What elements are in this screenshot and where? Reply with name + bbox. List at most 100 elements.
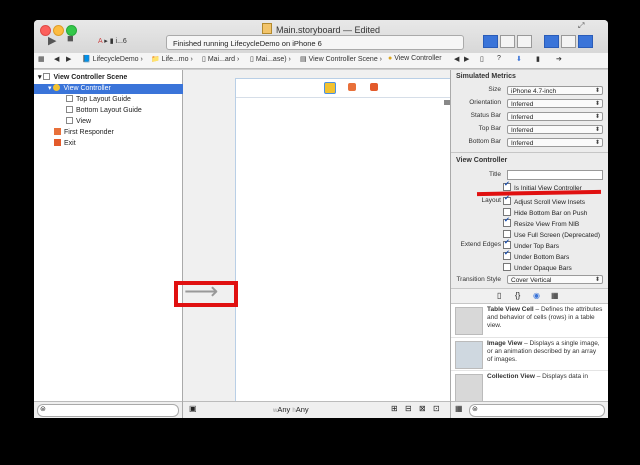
library-item[interactable]: Image View – Displays a single image, or… xyxy=(451,337,608,371)
resizing-icon[interactable]: ⊡ xyxy=(433,404,440,413)
debug-area-toggle-button[interactable] xyxy=(561,35,576,48)
doc-icon[interactable]: ▯ xyxy=(480,55,484,63)
image-view-icon xyxy=(455,341,483,369)
scene-icon: ▤ xyxy=(300,56,307,63)
grid-view-icon[interactable]: ▦ xyxy=(455,404,463,413)
library-filter-bar: ▦ ⊜ xyxy=(451,401,608,418)
transition-style-popup[interactable]: Cover Vertical xyxy=(507,275,603,285)
prev-issue-button[interactable]: ◀ xyxy=(454,55,459,63)
navigator-toggle-button[interactable] xyxy=(544,35,559,48)
help-icon[interactable]: ? xyxy=(497,55,501,62)
version-editor-button[interactable] xyxy=(517,35,532,48)
adjust-scroll-checkbox[interactable]: Adjust Scroll View Insets xyxy=(503,195,586,207)
object-library-icon[interactable]: ◉ xyxy=(533,291,540,300)
outline-filter-bar: ⊜ xyxy=(34,401,182,418)
size-inspector-tab[interactable]: ▮ xyxy=(536,55,540,63)
hide-bottom-bar-checkbox[interactable]: Hide Bottom Bar on Push xyxy=(503,208,587,218)
library-item-name: Image View xyxy=(487,340,523,347)
assistant-editor-button[interactable] xyxy=(500,35,515,48)
view-controller-frame[interactable] xyxy=(235,78,457,410)
bottom-bar-popup[interactable]: Inferred xyxy=(507,138,603,148)
library-tabs: ▯ {} ◉ ▦ xyxy=(451,289,608,304)
outline-view-controller-label: View Controller xyxy=(63,85,111,92)
related-items-icon[interactable]: ▦ xyxy=(38,55,45,63)
jumpbar-file[interactable]: ▯ Mai...ard › xyxy=(202,55,239,63)
scheme-selector[interactable]: A ▸ ▮ i...6 xyxy=(98,37,127,49)
under-opaque-bars-checkbox[interactable]: Under Opaque Bars xyxy=(503,263,572,273)
scheme-device-label: i...6 xyxy=(115,38,127,45)
orientation-popup[interactable]: Inferred xyxy=(507,99,603,109)
dock-first-responder-icon[interactable] xyxy=(348,83,356,91)
size-popup[interactable]: iPhone 4.7-inch xyxy=(507,86,603,96)
run-button[interactable]: ▶ xyxy=(48,34,56,47)
pin-icon[interactable]: ⊟ xyxy=(405,404,412,413)
file-icon: ▯ xyxy=(250,56,254,63)
activity-text: Finished running LifecycleDemo on iPhone… xyxy=(173,39,322,48)
media-library-icon[interactable]: ▦ xyxy=(551,291,559,300)
library-filter-field[interactable]: ⊜ xyxy=(469,404,605,417)
outline-first-responder[interactable]: First Responder xyxy=(34,128,202,138)
outline-top-layout-label: Top Layout Guide xyxy=(76,96,131,103)
connections-inspector-tab[interactable]: ➔ xyxy=(556,55,562,63)
outline-filter-field[interactable]: ⊜ xyxy=(37,404,179,417)
layout-label: Layout xyxy=(481,197,501,204)
title-bar: Main.storyboard — Edited ⤢ ▶ ■ A ▸ ▮ i..… xyxy=(34,20,608,71)
table-view-cell-icon xyxy=(455,307,483,335)
checkbox-unchecked xyxy=(503,263,511,271)
stop-button[interactable]: ■ xyxy=(67,33,74,45)
jumpbar-base[interactable]: ▯ Mai...ase) › xyxy=(250,55,291,63)
back-button[interactable]: ◀ xyxy=(54,55,59,63)
full-screen-label: Use Full Screen (Deprecated) xyxy=(514,232,600,239)
utilities-toggle-button[interactable] xyxy=(578,35,593,48)
adjust-scroll-label: Adjust Scroll View Insets xyxy=(514,199,586,206)
filter-icon: ⊜ xyxy=(472,406,478,413)
orientation-label: Orientation xyxy=(469,99,501,106)
jump-bar: ▦ ◀ ▶ 📘 LifecycleDemo › 📁 Life...mo › ▯ … xyxy=(34,53,608,69)
resize-nib-checkbox[interactable]: Resize View From NIB xyxy=(503,217,579,229)
title-field[interactable] xyxy=(507,170,603,180)
checkbox-unchecked xyxy=(503,230,511,238)
outline-scene-label: View Controller Scene xyxy=(53,74,128,81)
library-item[interactable]: Table View Cell – Defines the attributes… xyxy=(451,304,608,337)
fullscreen-icon[interactable]: ⤢ xyxy=(578,21,584,31)
checkbox-checked xyxy=(503,239,511,249)
library-item[interactable]: Collection View – Displays data in xyxy=(451,370,608,403)
dock-exit-icon[interactable] xyxy=(370,83,378,91)
jumpbar-group[interactable]: 📁 Life...mo › xyxy=(151,55,193,63)
attributes-inspector-tab[interactable]: ⬇ xyxy=(516,55,522,63)
code-snippet-icon[interactable]: {} xyxy=(515,291,520,300)
size-label: Size xyxy=(488,86,501,93)
standard-editor-button[interactable] xyxy=(483,35,498,48)
outline-toggle-icon[interactable]: ▣ xyxy=(189,404,197,413)
jumpbar-viewcontroller[interactable]: ● View Controller xyxy=(388,55,442,62)
dock-view-controller-icon[interactable] xyxy=(324,82,336,94)
forward-button[interactable]: ▶ xyxy=(66,55,71,63)
jumpbar-project[interactable]: 📘 LifecycleDemo › xyxy=(82,55,143,63)
top-bar-popup[interactable]: Inferred xyxy=(507,125,603,135)
library-item-name: Table View Cell xyxy=(487,306,534,313)
checkbox-checked xyxy=(503,250,511,260)
under-bottom-bars-checkbox[interactable]: Under Bottom Bars xyxy=(503,250,570,262)
outline-view-controller[interactable]: ▾ View Controller xyxy=(34,84,196,94)
full-screen-checkbox[interactable]: Use Full Screen (Deprecated) xyxy=(503,230,600,240)
jumpbar-scene-label: View Controller Scene xyxy=(308,56,378,63)
inspector-panel: Simulated Metrics Size iPhone 4.7-inch O… xyxy=(450,70,608,418)
view-controller-icon xyxy=(53,84,61,91)
storyboard-canvas[interactable]: ⟶ ▣ wAny hAny ⊞ ⊟ ⊠ ⊡ xyxy=(174,70,457,418)
status-bar-popup[interactable]: Inferred xyxy=(507,112,603,122)
under-top-bars-checkbox[interactable]: Under Top Bars xyxy=(503,239,560,251)
under-top-label: Under Top Bars xyxy=(514,243,560,250)
outline-scene[interactable]: ▾ View Controller Scene xyxy=(34,73,186,83)
red-underline-annotation xyxy=(476,189,602,197)
jumpbar-scene[interactable]: ▤ View Controller Scene › xyxy=(300,55,382,63)
next-issue-button[interactable]: ▶ xyxy=(464,55,469,63)
initial-scene-arrow-icon[interactable]: ⟶ xyxy=(184,280,218,304)
outline-exit[interactable]: Exit xyxy=(34,139,202,149)
checkbox-checked xyxy=(503,181,511,191)
size-class-control[interactable]: wAny hAny xyxy=(273,405,309,414)
resolve-icon[interactable]: ⊠ xyxy=(419,404,426,413)
file-template-icon[interactable]: ▯ xyxy=(497,291,501,300)
jumpbar-viewcontroller-label: View Controller xyxy=(394,55,442,62)
align-icon[interactable]: ⊞ xyxy=(391,404,398,413)
under-bottom-label: Under Bottom Bars xyxy=(514,254,570,261)
